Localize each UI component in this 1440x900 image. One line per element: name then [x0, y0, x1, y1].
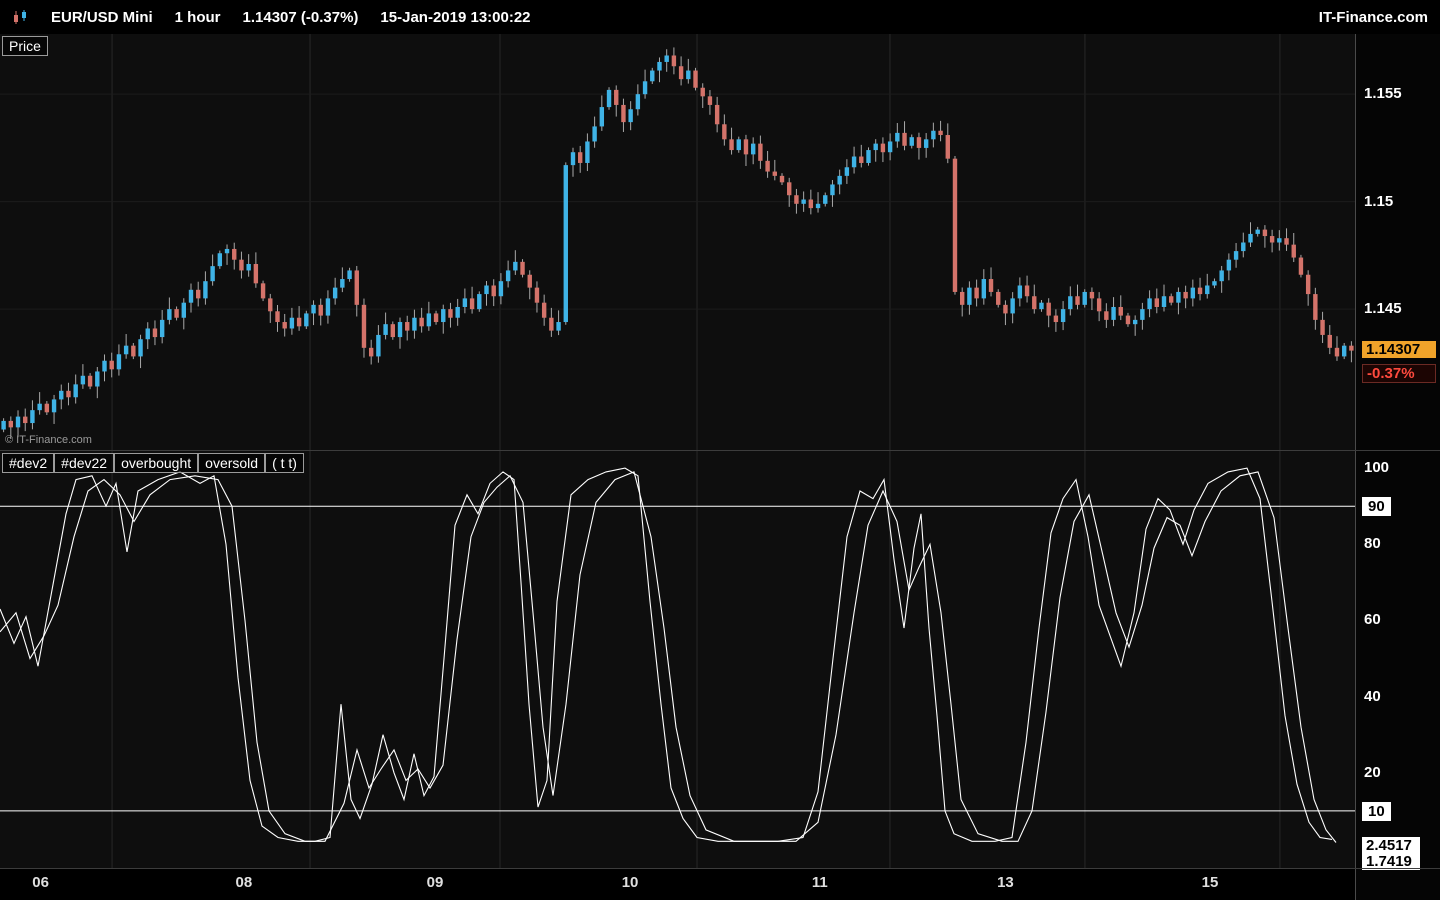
- legend-item[interactable]: #dev22: [54, 453, 115, 473]
- axis-level-label: 10: [1362, 801, 1391, 821]
- datetime-label: 15-Jan-2019 13:00:22: [380, 8, 531, 26]
- symbol-label: EUR/USD Mini: [51, 8, 153, 26]
- last-price-badge: 1.14307: [1362, 340, 1436, 358]
- time-axis-label: 06: [32, 874, 49, 891]
- value-axis[interactable]: 1.14307 -0.37% 2.4517 1.7419 1.155 1.15 1.…: [1355, 34, 1440, 900]
- axis-tick-label: 100: [1364, 459, 1390, 477]
- time-axis-label: 09: [426, 874, 444, 891]
- time-axis-label: 10: [621, 874, 639, 891]
- legend-item[interactable]: overbought: [114, 453, 199, 473]
- time-axis-label: 08: [235, 874, 253, 891]
- time-axis-label: 13: [997, 874, 1014, 891]
- axis-divider: [0, 868, 1440, 869]
- axis-tick-label: 20: [1364, 763, 1381, 781]
- time-axis[interactable]: 06 08 09 10 11 13 15: [0, 868, 1355, 900]
- panel-divider: [0, 450, 1440, 451]
- title-bar: EUR/USD Mini 1 hour 1.14307 (-0.37%) 15-…: [0, 0, 1440, 34]
- time-axis-label: 11: [811, 874, 828, 891]
- indicator-legend: #dev2 #dev22 overbought oversold( t t): [2, 453, 304, 473]
- brand-label: IT-Finance.com: [1318, 8, 1428, 26]
- axis-tick-label: 1.155: [1364, 85, 1402, 103]
- indicator-panel[interactable]: #dev2 #dev22 overbought oversold( t t): [0, 451, 1355, 868]
- legend-item[interactable]: ( t t): [265, 453, 304, 473]
- axis-level-label: 90: [1362, 497, 1391, 517]
- axis-tick-label: 40: [1364, 687, 1381, 705]
- price-chart-svg[interactable]: [0, 34, 1355, 451]
- indicator-svg[interactable]: [0, 451, 1355, 868]
- price-chart-panel[interactable]: Price © IT-Finance.com: [0, 34, 1355, 451]
- axis-tick-label: 1.15: [1364, 192, 1394, 210]
- axis-tick-label: 1.145: [1364, 300, 1402, 318]
- watermark: © IT-Finance.com: [5, 434, 92, 446]
- legend-item[interactable]: oversold: [198, 453, 266, 473]
- legend-item[interactable]: #dev2: [2, 453, 55, 473]
- axis-tick-label: 60: [1364, 611, 1381, 629]
- price-panel-label[interactable]: Price: [2, 36, 48, 56]
- indicator-value-badge: 2.4517: [1362, 836, 1420, 854]
- timeframe-label: 1 hour: [174, 8, 221, 26]
- time-axis-label: 15: [1201, 874, 1219, 891]
- change-badge: -0.37%: [1362, 363, 1436, 383]
- candlestick-icon[interactable]: [12, 9, 29, 26]
- axis-tick-label: 80: [1364, 535, 1381, 553]
- quote-label: 1.14307 (-0.37%): [242, 8, 359, 26]
